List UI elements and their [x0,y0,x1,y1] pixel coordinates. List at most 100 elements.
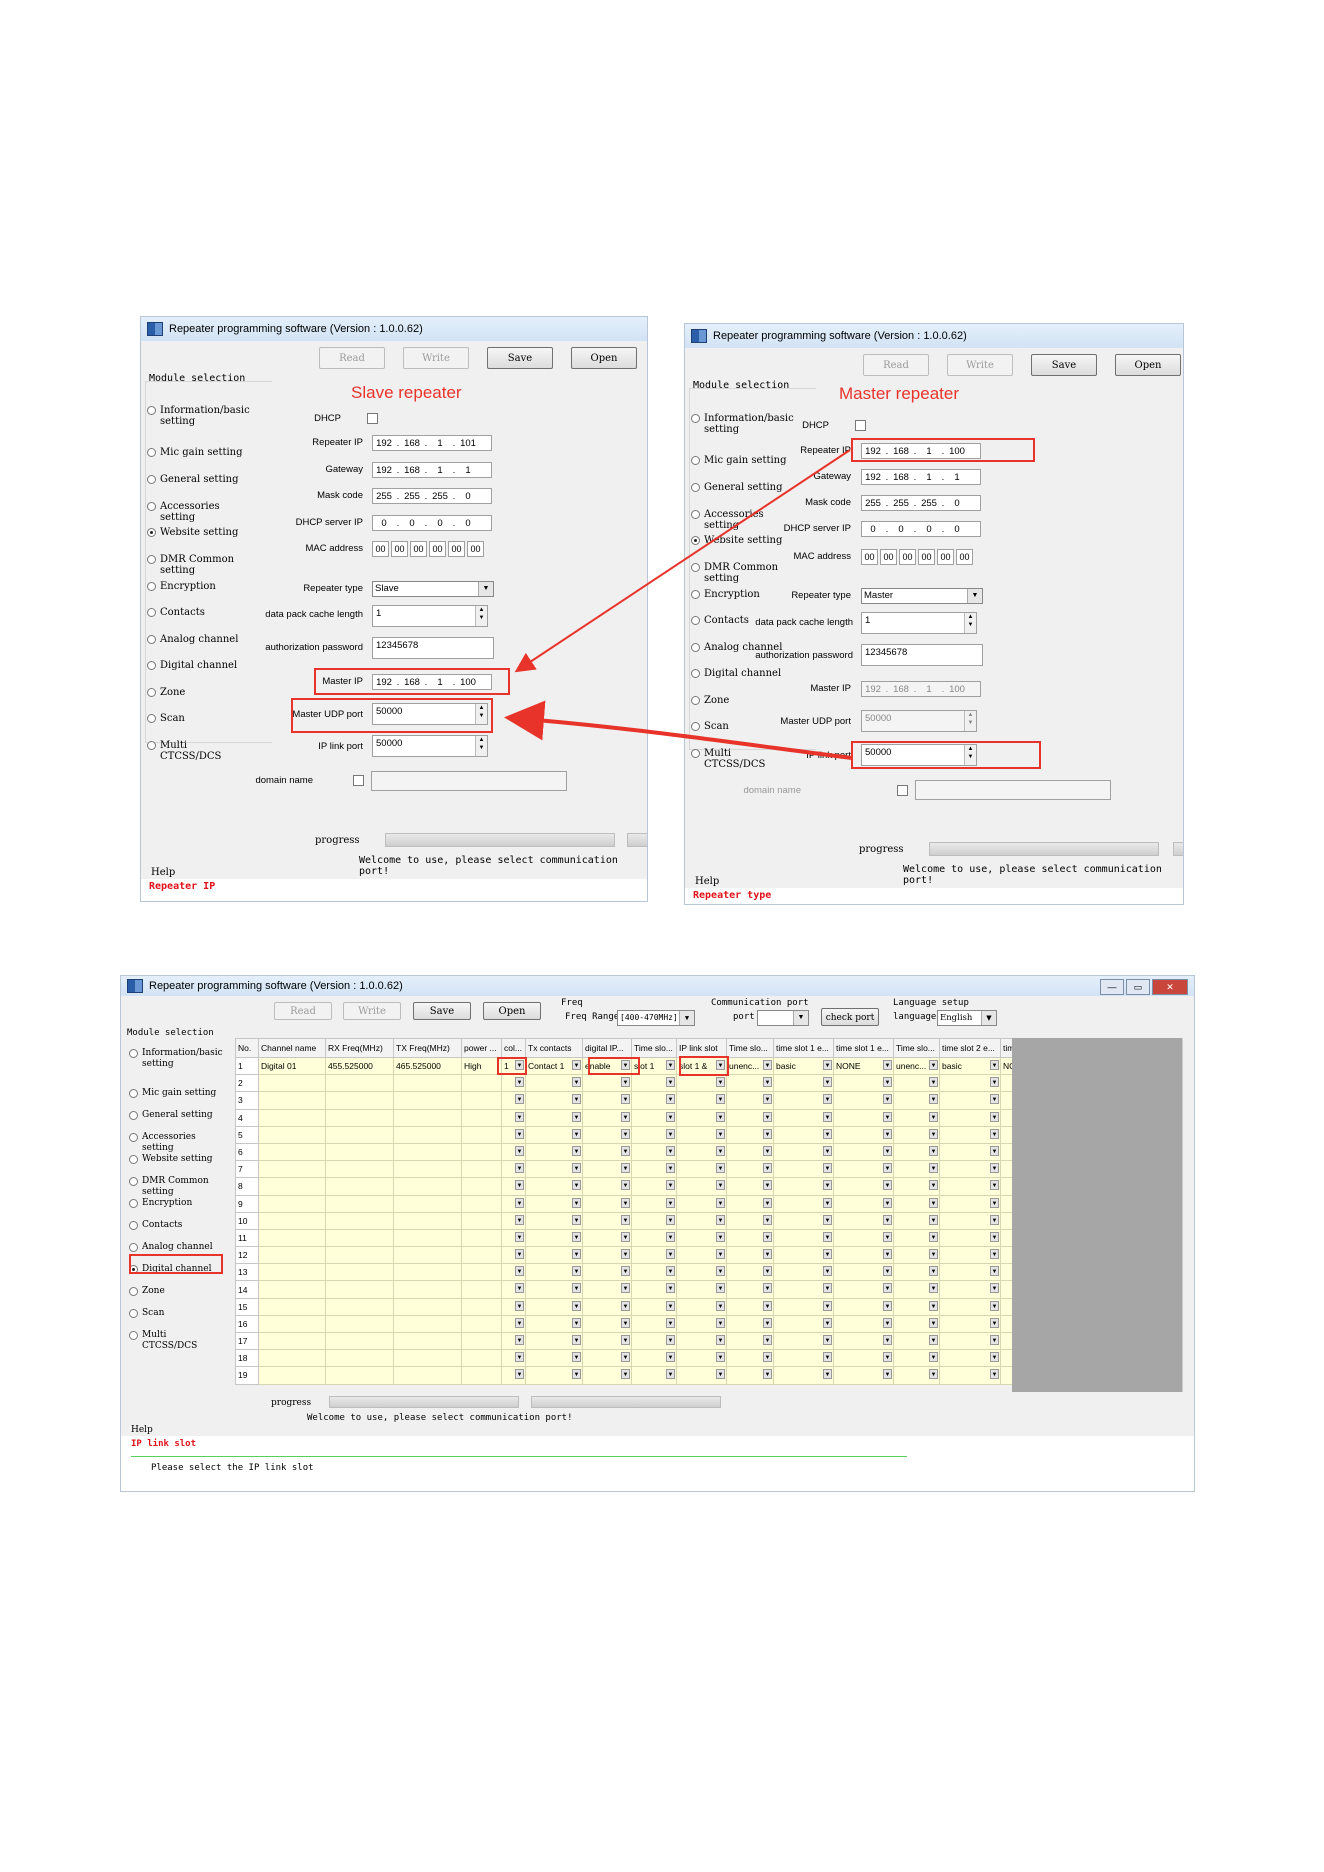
table-cell[interactable]: ▼ [631,1228,677,1248]
dropdown-arrow-icon[interactable]: ▼ [763,1369,772,1380]
dropdown-arrow-icon[interactable]: ▼ [990,1111,999,1122]
table-cell[interactable] [325,1297,394,1316]
dropdown-arrow-icon[interactable]: ▼ [823,1335,832,1345]
dropdown-arrow-icon[interactable]: ▼ [716,1231,725,1242]
dropdown-arrow-icon[interactable]: ▼ [716,1266,725,1277]
table-cell[interactable] [393,1280,462,1299]
spin-arrows-icon[interactable]: ▲ ▼ [475,606,487,626]
dropdown-arrow-icon[interactable]: ▼ [666,1283,675,1294]
dropdown-arrow-icon[interactable]: ▼ [883,1231,892,1242]
radio-button-icon[interactable] [147,475,156,484]
table-cell[interactable] [461,1228,502,1248]
table-cell[interactable] [393,1125,462,1144]
dropdown-arrow-icon[interactable]: ▼ [929,1145,938,1156]
table-cell[interactable]: ▼ [726,1091,774,1110]
radio-button-icon[interactable] [691,696,700,705]
table-cell[interactable]: ▼ [525,1194,583,1213]
dropdown-arrow-icon[interactable]: ▼ [823,1060,832,1070]
dropdown-arrow-icon[interactable]: ▼ [515,1300,524,1311]
dropdown-arrow-icon[interactable]: ▼ [929,1283,938,1294]
dropdown-arrow-icon[interactable]: ▼ [515,1249,524,1260]
table-cell[interactable]: 465.525000 [393,1056,462,1076]
table-cell[interactable]: ▼ [525,1280,583,1299]
dropdown-arrow-icon[interactable]: ▼ [666,1231,675,1242]
dropdown-arrow-icon[interactable]: ▼ [572,1214,581,1225]
table-cell[interactable]: ▼ [726,1366,774,1385]
udp-field[interactable]: 50000 ▲ ▼ [861,710,977,732]
radio-button-icon[interactable] [691,414,700,423]
table-cell[interactable]: ▼ [893,1194,940,1213]
table-cell[interactable] [325,1263,394,1282]
dropdown-arrow-icon[interactable]: ▼ [515,1145,524,1156]
radio-button-icon[interactable] [129,1243,138,1252]
radio-button-icon[interactable] [691,616,700,625]
table-cell[interactable]: ▼ [631,1211,677,1230]
dropdown-arrow-icon[interactable]: ▼ [823,1214,832,1225]
dropdown-arrow-icon[interactable]: ▼ [515,1111,524,1122]
dropdown-arrow-icon[interactable]: ▼ [621,1180,630,1191]
column-header[interactable]: No. [235,1038,259,1058]
module-general-setting[interactable]: General setting [691,482,795,493]
table-cell[interactable]: ▼ [833,1211,894,1230]
table-cell[interactable]: ▼ [501,1366,526,1385]
dropdown-arrow-icon[interactable]: ▼ [666,1197,675,1208]
table-cell[interactable]: ▼ [582,1297,632,1316]
table-cell[interactable]: ▼ [525,1091,583,1110]
table-cell[interactable] [461,1108,502,1127]
radio-button-icon[interactable] [691,669,700,678]
dhcp-checkbox[interactable] [367,413,378,424]
table-cell[interactable]: ▼ [773,1074,834,1093]
dropdown-arrow-icon[interactable]: ▼ [823,1077,832,1088]
open-button[interactable]: Open [483,1002,541,1020]
module-encryption[interactable]: Encryption [147,581,251,592]
table-cell[interactable]: ▼ [773,1366,834,1385]
dropdown-arrow-icon[interactable]: ▼ [883,1369,892,1380]
dropdown-arrow-icon[interactable]: ▼ [572,1369,581,1380]
table-cell[interactable]: ▼ [631,1194,677,1213]
dropdown-arrow-icon[interactable]: ▼ [883,1352,892,1363]
dropdown-arrow-icon[interactable]: ▼ [666,1060,675,1070]
module-scan[interactable]: Scan [147,713,251,724]
dropdown-arrow-icon[interactable]: ▼ [929,1128,938,1139]
dropdown-arrow-icon[interactable]: ▼ [572,1163,581,1174]
read-button[interactable]: Read [274,1002,332,1020]
table-row[interactable]: 19▼▼▼▼▼▼▼▼▼▼▼ [235,1366,1061,1385]
module-website-setting[interactable]: Website setting [691,535,795,546]
read-button[interactable]: Read [319,347,385,369]
table-row[interactable]: 14▼▼▼▼▼▼▼▼▼▼▼ [235,1280,1061,1299]
table-cell[interactable]: ▼ [525,1349,583,1368]
column-header[interactable]: Channel name [258,1038,326,1058]
dropdown-arrow-icon[interactable]: ▼ [515,1335,524,1345]
radio-button-icon[interactable] [129,1111,138,1120]
table-cell[interactable]: ▼ [833,1177,894,1196]
table-cell[interactable] [325,1280,394,1299]
table-row[interactable]: 2▼▼▼▼▼▼▼▼▼▼▼ [235,1074,1061,1093]
table-cell[interactable]: ▼ [939,1263,1001,1282]
table-cell[interactable]: ▼ [525,1366,583,1385]
domain-field[interactable] [915,780,1111,800]
dropdown-arrow-icon[interactable]: ▼ [572,1077,581,1088]
table-cell[interactable]: ▼ [893,1297,940,1316]
table-cell[interactable]: ▼ [726,1125,774,1144]
dropdown-arrow-icon[interactable]: ▼ [572,1266,581,1277]
dropdown-arrow-icon[interactable]: ▼ [883,1300,892,1311]
table-cell[interactable] [258,1297,326,1316]
radio-button-icon[interactable] [147,635,156,644]
table-cell[interactable] [393,1091,462,1110]
dropdown-arrow-icon[interactable]: ▼ [883,1128,892,1139]
dropdown-arrow-icon[interactable]: ▼ [883,1094,892,1105]
table-cell[interactable]: ▼ [833,1297,894,1316]
table-cell[interactable]: ▼ [676,1314,727,1334]
dropdown-arrow-icon[interactable]: ▼ [929,1180,938,1191]
dropdown-arrow-icon[interactable]: ▼ [929,1111,938,1122]
dropdown-arrow-icon[interactable]: ▼ [990,1128,999,1139]
table-cell[interactable]: ▼ [582,1108,632,1127]
table-cell[interactable]: ▼ [501,1074,526,1093]
table-cell[interactable]: ▼ [525,1263,583,1282]
dropdown-arrow-icon[interactable]: ▼ [666,1214,675,1225]
dropdown-arrow-icon[interactable]: ▼ [883,1335,892,1345]
dropdown-arrow-icon[interactable]: ▼ [621,1231,630,1242]
dropdown-arrow-icon[interactable]: ▼ [929,1197,938,1208]
auth-field[interactable]: 12345678 [372,637,494,659]
dropdown-arrow-icon[interactable]: ▼ [716,1094,725,1105]
